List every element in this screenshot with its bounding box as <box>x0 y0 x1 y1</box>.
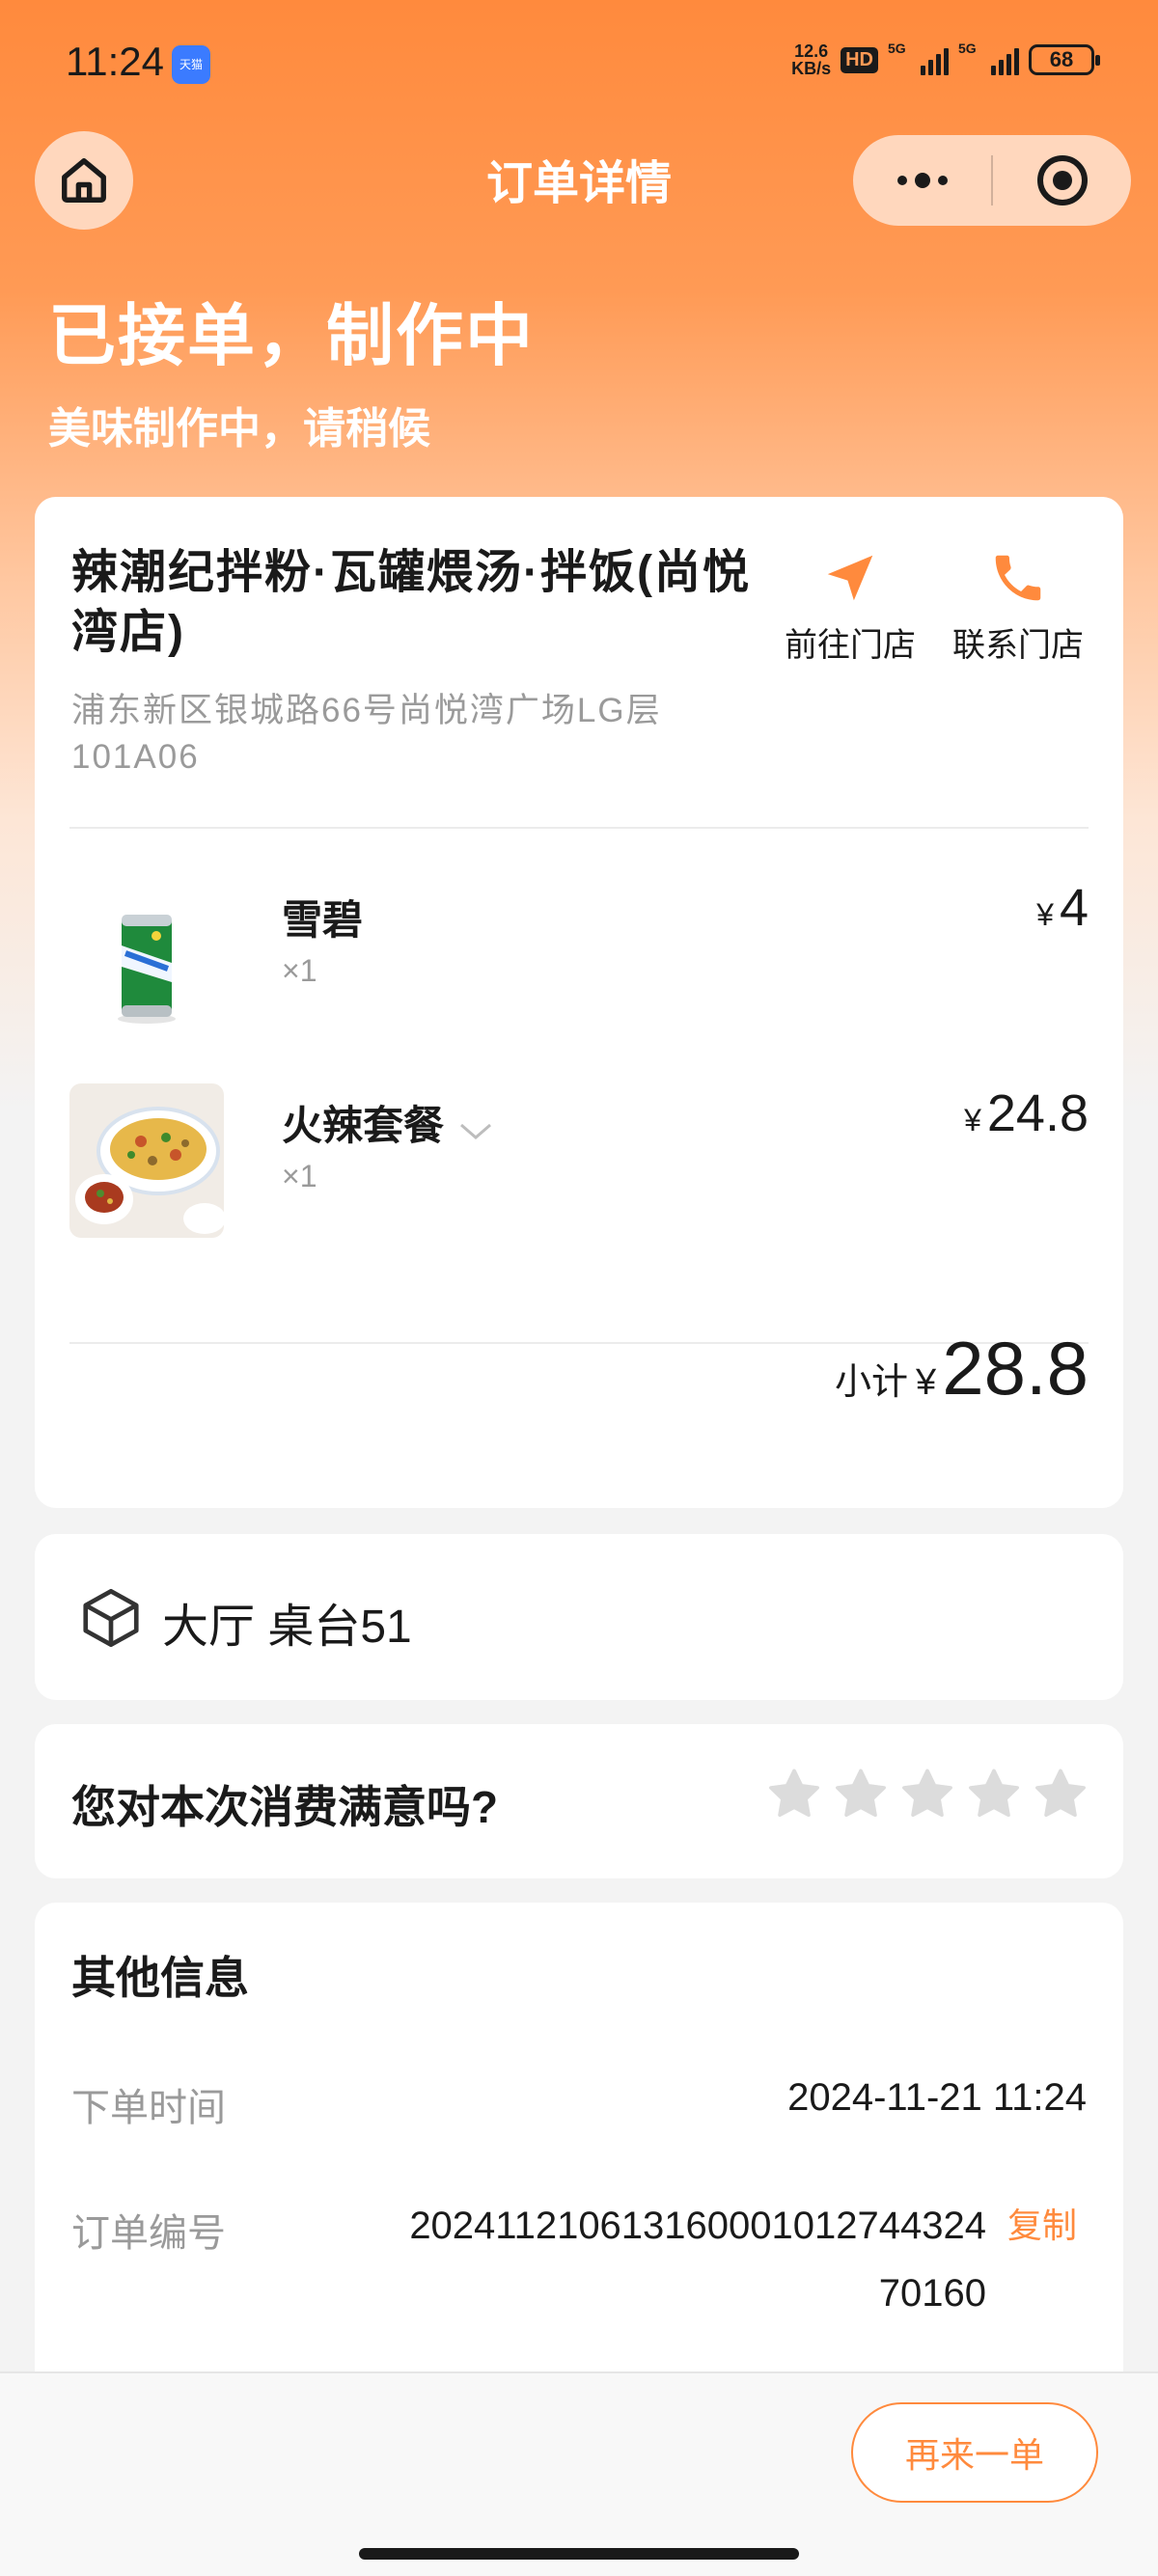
soda-can-icon <box>69 878 224 1032</box>
mini-program-capsule <box>853 135 1131 226</box>
store-address: 浦东新区银城路66号尚悦湾广场LG层101A06 <box>71 692 662 776</box>
signal-label: 5G <box>958 41 977 56</box>
star-icon[interactable] <box>833 1767 889 1822</box>
navigation-arrow-icon <box>827 555 873 601</box>
star-icon[interactable] <box>899 1767 955 1822</box>
box-icon <box>83 1588 139 1648</box>
star-icon[interactable] <box>766 1767 822 1822</box>
table-card: 大厅 桌台51 <box>35 1534 1123 1700</box>
currency-symbol: ¥ <box>964 1103 981 1137</box>
item-name: 火辣套餐 <box>282 1093 494 1152</box>
order-time-label: 下单时间 <box>71 2087 226 2129</box>
order-number-value: 20241121061316000101274432470160 <box>409 2205 986 2315</box>
order-time-row: 下单时间 2024-11-21 11:24 <box>71 2076 1087 2134</box>
bottom-action-bar: 再来一单 <box>0 2371 1158 2576</box>
more-icon-dot <box>914 173 930 188</box>
star-icon[interactable] <box>966 1767 1022 1822</box>
contact-store-label: 联系门店 <box>952 627 1084 664</box>
currency-symbol: ¥ <box>1036 897 1054 932</box>
network-speed: 12.6 KB/s <box>791 42 831 77</box>
item-price: ¥ 24.8 <box>964 1083 1089 1143</box>
item-quantity: ×1 <box>282 953 317 988</box>
item-price: ¥ 4 <box>1036 878 1089 938</box>
item-name-text: 火辣套餐 <box>282 1103 445 1148</box>
order-item: 雪碧 ×1 ¥ 4 <box>69 878 1089 1032</box>
store-card: 辣潮纪拌粉·瓦罐煨汤·拌饭(尚悦湾店) 浦东新区银城路66号尚悦湾广场LG层10… <box>35 497 1123 1508</box>
home-indicator <box>359 2548 799 2560</box>
goto-store-button[interactable]: 前往门店 <box>778 545 923 666</box>
divider <box>69 827 1089 829</box>
signal-label: 5G <box>888 41 906 56</box>
star-icon[interactable] <box>1033 1767 1089 1822</box>
order-number-label: 订单编号 <box>71 2212 226 2255</box>
order-time-value: 2024-11-21 11:24 <box>787 2076 1087 2119</box>
status-bar: 11:24 天猫 12.6 KB/s HD 5G 5G 68 <box>0 0 1158 125</box>
network-speed-unit: KB/s <box>791 59 832 78</box>
reorder-button[interactable]: 再来一单 <box>851 2402 1098 2503</box>
more-icon <box>896 176 907 185</box>
hd-badge: HD <box>841 46 878 73</box>
rating-question: 您对本次消费满意吗? <box>71 1782 499 1832</box>
table-number: 大厅 桌台51 <box>162 1602 412 1653</box>
close-mini-program-button[interactable] <box>993 135 1131 226</box>
subtotal: 小计 ¥ 28.8 <box>835 1325 1089 1412</box>
store-name: 辣潮纪拌粉·瓦罐煨汤·拌饭(尚悦湾店) <box>71 547 751 658</box>
item-thumbnail <box>69 1083 224 1238</box>
order-status: 已接单，制作中 <box>48 298 535 373</box>
signal-icon: 5G <box>958 41 1019 75</box>
item-price-value: 24.8 <box>986 1084 1089 1142</box>
rating-card: 您对本次消费满意吗? <box>35 1724 1123 1878</box>
noodle-bowl-icon <box>69 1083 224 1238</box>
more-button[interactable] <box>853 135 991 226</box>
contact-store-button[interactable]: 联系门店 <box>946 545 1090 666</box>
copy-button[interactable]: 复制 <box>1007 2192 1077 2260</box>
goto-store-label: 前往门店 <box>785 627 916 664</box>
more-icon-dot <box>937 176 948 185</box>
star-rating <box>766 1767 1089 1822</box>
battery-icon: 68 <box>1029 44 1100 75</box>
item-quantity: ×1 <box>282 1159 317 1193</box>
network-speed-value: 12.6 <box>794 41 829 61</box>
chevron-down-icon[interactable] <box>457 1106 494 1152</box>
order-item: 火辣套餐 ×1 ¥ 24.8 <box>69 1083 1089 1238</box>
item-price-value: 4 <box>1059 879 1089 937</box>
target-icon <box>1036 155 1088 206</box>
item-thumbnail <box>69 878 224 1032</box>
status-indicators: 12.6 KB/s HD 5G 5G 68 <box>791 41 1100 77</box>
status-time: 11:24 <box>66 39 164 84</box>
item-name: 雪碧 <box>282 897 364 943</box>
order-status-subtitle: 美味制作中，请稍候 <box>48 405 430 452</box>
order-number-row: 订单编号 20241121061316000101274432470160 复制 <box>71 2192 1087 2327</box>
currency-symbol: ¥ <box>916 1362 937 1403</box>
subtotal-value: 28.8 <box>942 1326 1089 1411</box>
signal-icon: 5G <box>888 41 949 75</box>
subtotal-label: 小计 <box>835 1362 909 1403</box>
phone-icon <box>995 555 1041 601</box>
other-info-title: 其他信息 <box>71 1953 249 2003</box>
app-notification-icon: 天猫 <box>172 45 210 84</box>
